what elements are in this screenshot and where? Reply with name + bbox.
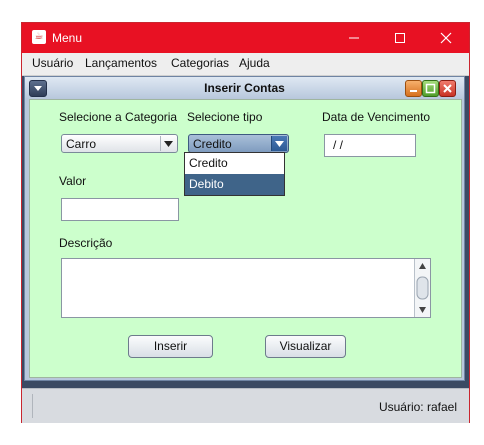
tipo-option-credito[interactable]: Credito (185, 153, 284, 174)
iconify-button[interactable] (405, 80, 422, 97)
tipo-combobox[interactable]: Credito (188, 134, 289, 153)
dropdown-arrow-icon[interactable] (160, 136, 176, 151)
categoria-value: Carro (66, 137, 97, 151)
menu-usuario[interactable]: Usuário (32, 56, 73, 70)
dropdown-arrow-icon[interactable] (271, 136, 287, 151)
window-titlebar[interactable]: ☕ Menu (22, 23, 469, 53)
status-bar: Usuário: rafael (22, 388, 469, 423)
minimize-button[interactable] (331, 23, 377, 53)
tipo-label: Selecione tipo (187, 110, 263, 124)
descricao-scrollbar[interactable] (414, 259, 430, 317)
descricao-textarea[interactable] (61, 258, 431, 318)
menu-lancamentos[interactable]: Lançamentos (85, 56, 157, 70)
maximize-button[interactable] (377, 23, 423, 53)
valor-field[interactable] (61, 198, 179, 221)
menu-ajuda[interactable]: Ajuda (239, 56, 270, 70)
java-cup-icon: ☕ (32, 30, 46, 44)
internal-frame-title: Inserir Contas (204, 81, 285, 95)
status-bar-divider (25, 394, 33, 418)
system-menu-icon[interactable] (29, 80, 47, 97)
inserir-contas-frame: Inserir Contas Selecione a Categoria Sel… (24, 76, 465, 381)
maximize-frame-button[interactable] (422, 80, 439, 97)
close-button[interactable] (423, 23, 469, 53)
current-user-label: Usuário: rafael (378, 400, 457, 414)
categoria-combobox[interactable]: Carro (61, 134, 178, 153)
app-window: ☕ Menu Usuário Lançamentos Categorias Aj… (22, 23, 469, 423)
descricao-label: Descrição (59, 236, 113, 250)
inserir-button[interactable]: Inserir (128, 335, 213, 358)
form-panel: Selecione a Categoria Selecione tipo Dat… (29, 99, 462, 378)
menu-bar: Usuário Lançamentos Categorias Ajuda (22, 53, 469, 76)
visualizar-button[interactable]: Visualizar (265, 335, 346, 358)
maximize-icon (395, 33, 405, 43)
close-frame-button[interactable] (439, 80, 456, 97)
internal-frame-titlebar[interactable]: Inserir Contas (25, 77, 464, 98)
valor-label: Valor (59, 174, 87, 188)
vencimento-value: / / (333, 138, 344, 152)
tipo-dropdown-list: Credito Debito (184, 152, 285, 196)
minimize-icon (349, 37, 359, 39)
tipo-value: Credito (193, 137, 232, 151)
menu-categorias[interactable]: Categorias (171, 56, 229, 70)
vencimento-label: Data de Vencimento (322, 110, 431, 124)
window-title: Menu (52, 31, 83, 45)
tipo-option-debito[interactable]: Debito (185, 174, 284, 195)
categoria-label: Selecione a Categoria (59, 110, 178, 124)
close-icon (440, 32, 452, 44)
vencimento-field[interactable]: / / (324, 134, 416, 157)
